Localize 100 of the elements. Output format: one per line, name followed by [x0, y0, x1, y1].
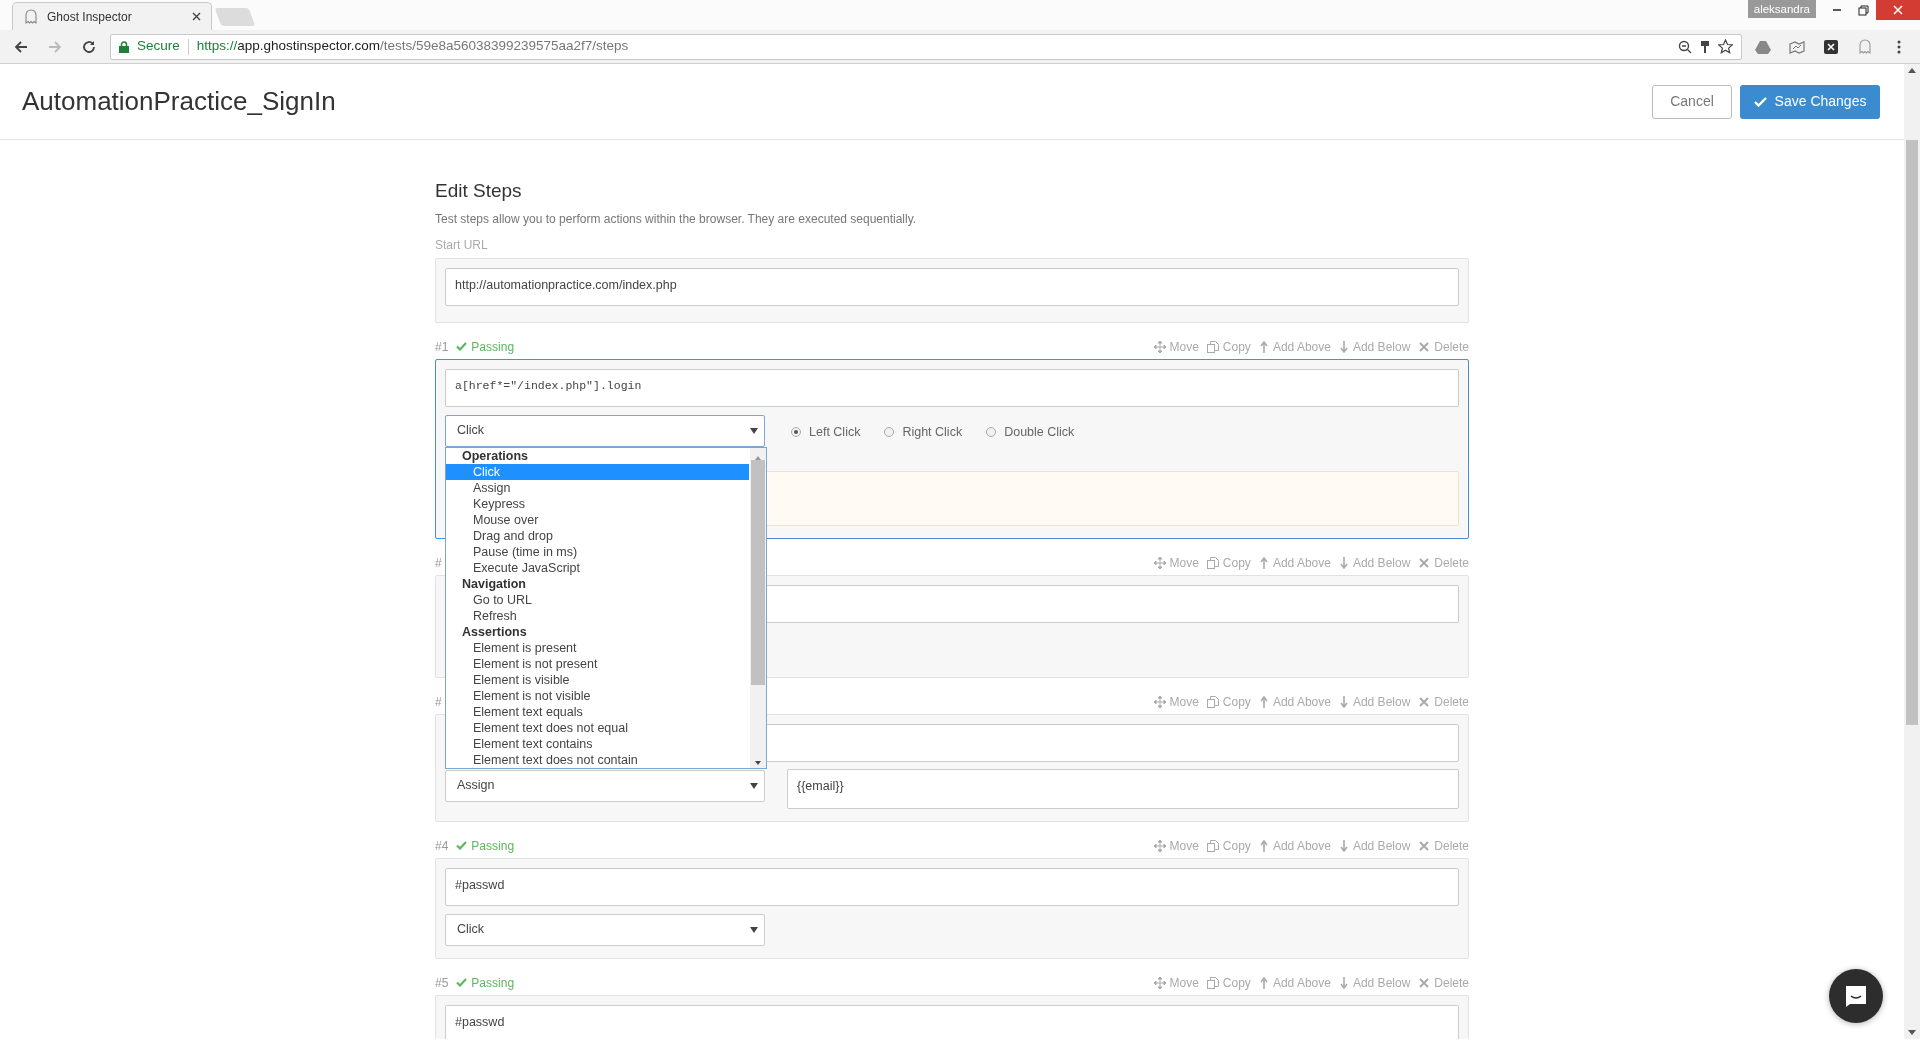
selector-field[interactable]: #passwd: [445, 1004, 1459, 1039]
add-below-link[interactable]: Add Below: [1338, 692, 1411, 711]
add-below-link[interactable]: Add Below: [1338, 973, 1411, 992]
move-link[interactable]: Move: [1153, 836, 1199, 855]
delete-link[interactable]: Delete: [1418, 692, 1469, 711]
add-below-link[interactable]: Add Below: [1338, 553, 1411, 572]
dropdown-option[interactable]: Element text does not contain: [446, 751, 749, 768]
close-icon[interactable]: [192, 12, 201, 21]
chat-icon: [1844, 984, 1868, 1008]
dropdown-option[interactable]: Go to URL: [446, 591, 749, 608]
description-text: Test steps allow you to perform actions within the browser. They are executed sequentially.: [435, 210, 918, 228]
scroll-up-icon[interactable]: [1908, 68, 1916, 73]
cancel-button[interactable]: Cancel: [1652, 84, 1732, 119]
radio-button[interactable]: [791, 427, 801, 438]
address-bar[interactable]: Secure https://app.ghostinspector.com/tests/59e8a56038399239575aa2f7/steps: [110, 33, 1742, 60]
dropdown-option[interactable]: Element is present: [446, 639, 749, 656]
chat-button[interactable]: [1829, 969, 1883, 1023]
arrow-up-icon: [1258, 556, 1269, 569]
add-above-link[interactable]: Add Above: [1258, 973, 1331, 992]
dropdown-option[interactable]: Mouse over: [446, 511, 749, 528]
copy-link[interactable]: Copy: [1206, 836, 1251, 855]
arrow-up-icon: [1258, 695, 1269, 708]
radio-button[interactable]: [884, 427, 895, 438]
add-below-link[interactable]: Add Below: [1338, 337, 1411, 356]
star-icon[interactable]: [1718, 39, 1733, 54]
add-above-link[interactable]: Add Above: [1258, 337, 1331, 356]
check-icon: [456, 342, 468, 352]
zoom-out-icon[interactable]: [1678, 39, 1692, 54]
dropdown-option[interactable]: Refresh: [446, 607, 749, 624]
restore-icon: [1857, 4, 1869, 16]
dropdown-option[interactable]: Drag and drop: [446, 527, 749, 544]
option-group-label: Operations: [461, 447, 529, 464]
delete-link[interactable]: Delete: [1418, 553, 1469, 572]
radio-button[interactable]: [986, 427, 997, 438]
delete-link[interactable]: Delete: [1418, 337, 1469, 356]
check-icon: [1753, 96, 1767, 107]
move-link[interactable]: Move: [1153, 553, 1199, 572]
dropdown-option[interactable]: Click: [446, 463, 749, 480]
save-button[interactable]: Save Changes: [1740, 84, 1880, 119]
dropdown-option[interactable]: Element is visible: [446, 671, 749, 688]
selector-field[interactable]: #passwd: [445, 867, 1459, 906]
radio-label: Right Click: [902, 423, 963, 441]
dropdown-option[interactable]: Element text does not equal: [446, 719, 749, 736]
arrow-down-icon: [1338, 695, 1349, 708]
action-select[interactable]: Assign: [445, 769, 765, 802]
move-icon: [1153, 695, 1166, 708]
dropdown-option[interactable]: Element is not present: [446, 655, 749, 672]
close-button[interactable]: [1876, 0, 1920, 20]
step-number: #5: [435, 974, 449, 992]
move-link[interactable]: Move: [1153, 337, 1199, 356]
lock-icon: [119, 40, 129, 53]
move-icon: [1153, 556, 1166, 569]
move-link[interactable]: Move: [1153, 973, 1199, 992]
copy-link[interactable]: Copy: [1206, 553, 1251, 572]
forward-arrow-icon: [47, 38, 63, 55]
field-label: Start URL: [435, 236, 489, 254]
copy-link[interactable]: Copy: [1206, 337, 1251, 356]
close-icon: [1893, 5, 1903, 15]
copy-link[interactable]: Copy: [1206, 973, 1251, 992]
value-field[interactable]: {{email}}: [787, 768, 1459, 809]
dropdown-option[interactable]: Element text contains: [446, 735, 749, 752]
move-icon: [1153, 839, 1166, 852]
selector-field[interactable]: a[href*="/index.php"].login: [445, 368, 1459, 407]
dropdown-option[interactable]: Element text equals: [446, 703, 749, 720]
cross-icon: [1418, 340, 1431, 353]
dropdown-option[interactable]: Element is not visible: [446, 687, 749, 704]
copy-icon: [1206, 340, 1219, 353]
dropdown-option[interactable]: Assign: [446, 479, 749, 496]
step-number: #1: [435, 338, 449, 356]
arrow-up-icon: [1258, 340, 1269, 353]
caret-icon: [750, 782, 758, 789]
delete-link[interactable]: Delete: [1418, 836, 1469, 855]
scrollbar[interactable]: [750, 447, 766, 768]
delete-link[interactable]: Delete: [1418, 973, 1469, 992]
profile-name[interactable]: aleksandra: [1747, 0, 1816, 18]
option-group-label: Navigation: [461, 575, 527, 592]
action-select[interactable]: Click: [445, 913, 765, 946]
step-number: #: [435, 693, 442, 711]
arrow-down-icon: [1338, 556, 1349, 569]
url-field[interactable]: http://automationpractice.com/index.php: [445, 267, 1459, 306]
tab-title: Ghost Inspector: [47, 8, 133, 26]
minimize-icon: [1833, 9, 1841, 11]
add-above-link[interactable]: Add Above: [1258, 692, 1331, 711]
copy-link[interactable]: Copy: [1206, 692, 1251, 711]
arrow-down-icon: [1338, 839, 1349, 852]
scroll-down-icon[interactable]: [1908, 1030, 1916, 1035]
step-status: Passing: [471, 837, 515, 855]
pin-icon[interactable]: [1700, 39, 1710, 54]
browser-tab[interactable]: Ghost Inspector: [12, 2, 212, 30]
scrollbar[interactable]: [1904, 64, 1920, 1039]
dropdown-option[interactable]: Keypress: [446, 495, 749, 512]
dropdown-option[interactable]: Pause (time in ms): [446, 543, 749, 560]
cross-icon: [1418, 839, 1431, 852]
add-above-link[interactable]: Add Above: [1258, 553, 1331, 572]
option-group-label: Assertions: [461, 623, 528, 640]
page-title: AutomationPractice_SignIn: [22, 85, 336, 118]
add-above-link[interactable]: Add Above: [1258, 836, 1331, 855]
add-below-link[interactable]: Add Below: [1338, 836, 1411, 855]
dropdown-option[interactable]: Execute JavaScript: [446, 559, 749, 576]
move-link[interactable]: Move: [1153, 692, 1199, 711]
